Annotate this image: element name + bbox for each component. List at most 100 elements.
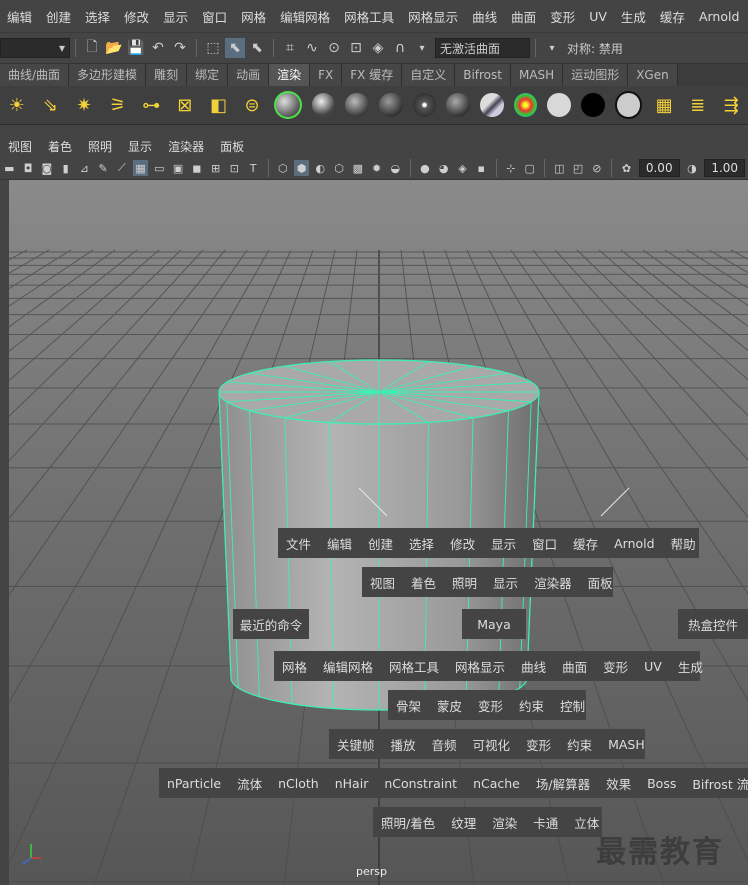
image-plane-icon[interactable]: ▮	[58, 160, 73, 176]
wireframe-on-shaded-icon[interactable]: ⬡	[332, 160, 347, 176]
hotbox-menu-render[interactable]: 渲染	[484, 813, 525, 832]
blinn-icon[interactable]	[311, 93, 336, 117]
magnet-icon[interactable]: ∩	[390, 38, 410, 58]
menu-edit-mesh[interactable]: 编辑网格	[273, 7, 337, 26]
hotbox-panel-panels[interactable]: 面板	[580, 573, 621, 592]
select-object-icon[interactable]: ⬉	[225, 38, 245, 58]
hotbox-menu-rig-deform[interactable]: 变形	[470, 696, 511, 715]
shelf-tab-mash[interactable]: MASH	[510, 64, 564, 86]
hotbox-menu-fluids[interactable]: 流体	[229, 774, 270, 793]
new-scene-icon[interactable]: 🗋	[82, 38, 102, 58]
hotbox-menu-lighting-shading[interactable]: 照明/着色	[373, 813, 443, 832]
layered-shader-icon[interactable]	[446, 93, 470, 117]
hotbox-panel-lighting[interactable]: 照明	[444, 573, 485, 592]
isolate-select-icon[interactable]: ⊹	[504, 160, 519, 176]
grease-pencil-icon[interactable]: ✎	[96, 160, 111, 176]
hotbox-menu-edit-mesh[interactable]: 编辑网格	[315, 657, 381, 676]
motion-blur-icon[interactable]: ◕	[436, 160, 451, 176]
surface-shader-icon[interactable]	[614, 91, 643, 119]
hotbox-menu-nparticle[interactable]: nParticle	[159, 776, 229, 791]
menu-curves[interactable]: 曲线	[465, 7, 504, 26]
xray-joints-icon[interactable]: ◫	[552, 160, 567, 176]
lambert-icon[interactable]	[345, 93, 369, 117]
hotbox-menu-help[interactable]: 帮助	[663, 534, 704, 553]
hotbox-menu-effects[interactable]: 效果	[598, 774, 639, 793]
hotbox-menu-windows[interactable]: 窗口	[524, 534, 565, 553]
shelf-tab-bifrost[interactable]: Bifrost	[455, 64, 511, 86]
shelf-tab-fx[interactable]: FX	[310, 64, 343, 86]
xray-icon[interactable]: ▢	[522, 160, 537, 176]
shelf-tab-xgen[interactable]: XGen	[628, 64, 678, 86]
save-scene-icon[interactable]: 💾	[126, 38, 146, 58]
hotbox-menu-key[interactable]: 关键帧	[329, 735, 383, 754]
hotbox-panel-show[interactable]: 显示	[485, 573, 526, 592]
screen-space-ao-icon[interactable]: ●	[418, 160, 433, 176]
hotbox-menu-ncloth[interactable]: nCloth	[270, 776, 327, 791]
hotbox-menu-surfaces[interactable]: 曲面	[554, 657, 595, 676]
brush-icon[interactable]: ⟋	[115, 160, 130, 176]
xray-components-icon[interactable]: ◰	[571, 160, 586, 176]
hotbox-menu-create[interactable]: 创建	[360, 534, 401, 553]
hotbox-menu-mesh-display[interactable]: 网格显示	[447, 657, 513, 676]
grid-icon[interactable]: ▦	[133, 160, 148, 176]
render-settings-icon[interactable]: ≣	[684, 91, 712, 119]
hotbox-panel-view[interactable]: 视图	[362, 573, 403, 592]
gate-mask-icon[interactable]: ◼	[190, 160, 205, 176]
hotbox-menu-boss[interactable]: Boss	[639, 776, 684, 791]
textured-icon[interactable]: ▩	[350, 160, 365, 176]
chevron-down-icon[interactable]: ▾	[412, 38, 432, 58]
hotbox-menu-display[interactable]: 显示	[483, 534, 524, 553]
hotbox-menu-control[interactable]: 控制	[552, 696, 593, 715]
shelf-tab-poly-modeling[interactable]: 多边形建模	[69, 64, 147, 86]
panel-menu-show[interactable]: 显示	[120, 138, 160, 155]
hotbox-menu-visualize[interactable]: 可视化	[465, 735, 519, 754]
hotbox-menu-constrain[interactable]: 约束	[511, 696, 552, 715]
menu-modify[interactable]: 修改	[117, 7, 156, 26]
hotbox-menu-deform[interactable]: 变形	[595, 657, 636, 676]
hotbox-menu-toon[interactable]: 卡通	[525, 813, 566, 832]
shelf-tab-motion-graphics[interactable]: 运动图形	[563, 64, 629, 86]
hotbox-menu-bifrost-fluids[interactable]: Bifrost 流体	[684, 774, 748, 793]
hotbox-menu-arnold[interactable]: Arnold	[606, 536, 662, 551]
default-material-icon[interactable]: ◐	[313, 160, 328, 176]
menu-uv[interactable]: UV	[582, 9, 614, 24]
directional-light-icon[interactable]: ⇘	[37, 91, 65, 119]
batch-render-icon[interactable]: ⇶	[717, 91, 745, 119]
menu-arnold[interactable]: Arnold	[692, 9, 746, 24]
shadows-icon[interactable]: ◒	[388, 160, 403, 176]
white-shader-icon[interactable]	[547, 93, 571, 117]
hotbox-menu-nconstraint[interactable]: nConstraint	[376, 776, 465, 791]
bookmark-icon[interactable]: ◙	[40, 160, 55, 176]
panel-menu-panels[interactable]: 面板	[212, 138, 252, 155]
exposure-field[interactable]: 0.00	[638, 159, 680, 177]
resolution-gate-icon[interactable]: ▣	[171, 160, 186, 176]
menu-deform[interactable]: 变形	[543, 7, 582, 26]
two-d-pan-icon[interactable]: ⊿	[77, 160, 92, 176]
hotbox-menu-texturing[interactable]: 纹理	[443, 813, 484, 832]
panel-menu-view[interactable]: 视图	[0, 138, 40, 155]
menu-select[interactable]: 选择	[78, 7, 117, 26]
menu-surfaces[interactable]: 曲面	[504, 7, 543, 26]
hotbox-menu-anim-deform[interactable]: 变形	[518, 735, 559, 754]
hotbox-menu-file[interactable]: 文件	[278, 534, 319, 553]
panel-menu-shading[interactable]: 着色	[40, 138, 80, 155]
ambient-light-icon[interactable]: ☀	[3, 91, 31, 119]
hotbox-menu-generate[interactable]: 生成	[670, 657, 711, 676]
snap-surface-icon[interactable]: ◈	[368, 38, 388, 58]
live-surface-field[interactable]: 无激活曲面	[435, 38, 530, 58]
wireframe-icon[interactable]: ⬡	[275, 160, 290, 176]
use-all-lights-icon[interactable]: ✹	[369, 160, 384, 176]
hotbox-controls[interactable]: 热盒控件	[678, 609, 748, 639]
panel-menu-renderer[interactable]: 渲染器	[160, 138, 212, 155]
hotbox-menu-cache[interactable]: 缓存	[565, 534, 606, 553]
shelf-tab-custom[interactable]: 自定义	[402, 64, 456, 86]
gamma-icon[interactable]: ◑	[685, 160, 700, 176]
shelf-tab-rigging[interactable]: 绑定	[187, 64, 229, 86]
point-light-icon[interactable]: ✷	[70, 91, 98, 119]
shelf-tab-curves-surfaces[interactable]: 曲线/曲面	[0, 64, 70, 86]
phong-icon[interactable]	[378, 93, 403, 117]
hotbox-menu-mesh[interactable]: 网格	[274, 657, 315, 676]
menu-mesh[interactable]: 网格	[234, 7, 273, 26]
hotbox-menu-mash[interactable]: MASH	[600, 737, 653, 752]
exposure-icon[interactable]: ✿	[619, 160, 634, 176]
